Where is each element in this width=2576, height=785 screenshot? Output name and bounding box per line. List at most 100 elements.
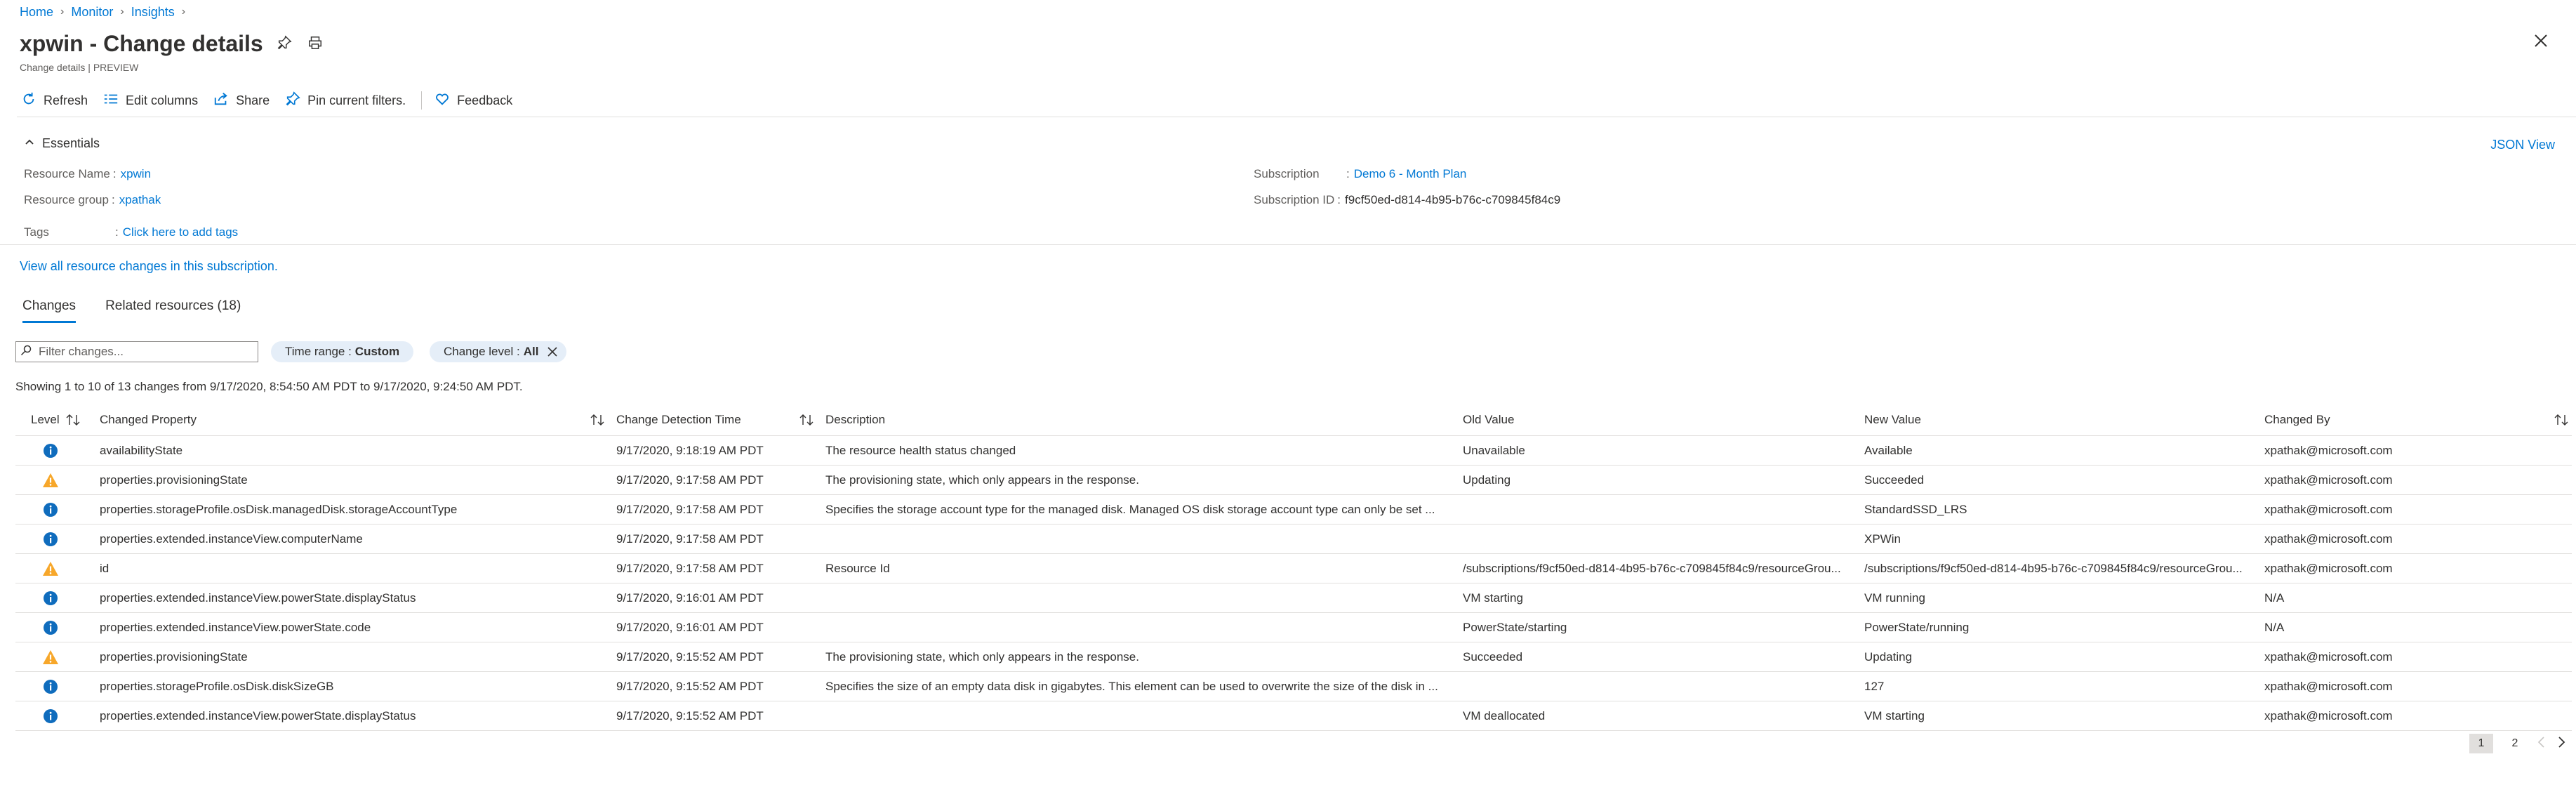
- new-cell: StandardSSD_LRS: [1864, 494, 2264, 525]
- pin-icon[interactable]: [277, 35, 292, 54]
- new-cell: Updating: [1864, 642, 2264, 672]
- level-cell: [15, 671, 100, 701]
- property-cell: properties.storageProfile.osDisk.managed…: [100, 494, 616, 525]
- table-row[interactable]: properties.provisioningState 9/17/2020, 9…: [15, 465, 2572, 495]
- description-cell: Specifies the storage account type for t…: [825, 494, 1463, 525]
- feedback-label: Feedback: [457, 93, 513, 107]
- chevron-left-icon[interactable]: [2537, 736, 2547, 752]
- column-header-level[interactable]: Level: [15, 404, 100, 436]
- filter-search: [15, 341, 258, 362]
- breadcrumb-monitor[interactable]: Monitor: [71, 5, 113, 20]
- level-cell: [15, 701, 100, 731]
- time-cell: 9/17/2020, 9:15:52 AM PDT: [616, 701, 825, 731]
- description-cell: The provisioning state, which only appea…: [825, 642, 1463, 672]
- pin-filters-button[interactable]: Pin current filters.: [285, 91, 406, 110]
- share-button[interactable]: Share: [213, 91, 270, 110]
- by-cell: xpathak@microsoft.com: [2264, 494, 2572, 525]
- sort-icon[interactable]: [590, 414, 605, 426]
- chevron-up-icon: [24, 136, 35, 151]
- property-cell: properties.extended.instanceView.powerSt…: [100, 612, 616, 642]
- refresh-button[interactable]: Refresh: [21, 91, 88, 110]
- time-cell: 9/17/2020, 9:16:01 AM PDT: [616, 612, 825, 642]
- change-level-filter[interactable]: Change level : All: [430, 341, 567, 362]
- json-view-link[interactable]: JSON View: [2490, 138, 2555, 152]
- description-cell: [825, 583, 1463, 613]
- column-header-new-value: New Value: [1864, 404, 2264, 436]
- sort-icon[interactable]: [2554, 414, 2569, 426]
- old-cell: [1463, 494, 1864, 525]
- edit-columns-label: Edit columns: [126, 93, 199, 107]
- info-icon: [15, 532, 86, 547]
- tab-changes[interactable]: Changes: [22, 298, 77, 323]
- new-cell: VM starting: [1864, 701, 2264, 731]
- column-header-description: Description: [825, 404, 1463, 436]
- heart-icon: [434, 91, 450, 110]
- toolbar: Refresh Edit columns Share Pin current f…: [21, 90, 528, 111]
- page-1-button[interactable]: 1: [2469, 734, 2493, 753]
- edit-columns-button[interactable]: Edit columns: [103, 91, 198, 110]
- table-row[interactable]: availabilityState 9/17/2020, 9:18:19 AM P…: [15, 435, 2572, 466]
- resource-group-link[interactable]: xpathak: [119, 193, 161, 207]
- chevron-right-icon: ›: [120, 6, 124, 18]
- old-cell: /subscriptions/f9cf50ed-d814-4b95-b76c-c…: [1463, 553, 1864, 583]
- tab-related-resources[interactable]: Related resources (18): [105, 298, 241, 323]
- essentials-toggle[interactable]: Essentials: [24, 136, 100, 151]
- info-icon: [15, 679, 86, 694]
- new-cell: XPWin: [1864, 524, 2264, 554]
- feedback-button[interactable]: Feedback: [434, 91, 512, 110]
- column-header-changed-by[interactable]: Changed By: [2264, 404, 2572, 436]
- info-icon: [15, 591, 86, 606]
- old-cell: [1463, 524, 1864, 554]
- chevron-right-icon: ›: [60, 6, 65, 18]
- by-cell: xpathak@microsoft.com: [2264, 553, 2572, 583]
- table-row[interactable]: properties.storageProfile.osDisk.managed…: [15, 494, 2572, 525]
- old-cell: VM deallocated: [1463, 701, 1864, 731]
- old-cell: Updating: [1463, 465, 1864, 495]
- add-tags-link[interactable]: Click here to add tags: [123, 225, 238, 239]
- pin-icon: [285, 91, 300, 110]
- old-cell: [1463, 671, 1864, 701]
- table-row[interactable]: properties.extended.instanceView.powerSt…: [15, 612, 2572, 642]
- table-row[interactable]: id 9/17/2020, 9:17:58 AM PDT Resource Id/s…: [15, 553, 2572, 583]
- new-cell: Available: [1864, 435, 2264, 466]
- table-row[interactable]: properties.extended.instanceView.compute…: [15, 524, 2572, 554]
- refresh-label: Refresh: [44, 93, 88, 107]
- table-row[interactable]: properties.storageProfile.osDisk.diskSiz…: [15, 671, 2572, 701]
- resource-name-link[interactable]: xpwin: [121, 167, 151, 181]
- property-cell: properties.storageProfile.osDisk.diskSiz…: [100, 671, 616, 701]
- pagination: 1 2: [2469, 734, 2566, 753]
- view-all-changes-link[interactable]: View all resource changes in this subscr…: [20, 259, 278, 274]
- changes-table: Level Changed Property Change Detection …: [15, 404, 2572, 731]
- time-range-filter[interactable]: Time range : Custom: [271, 341, 414, 362]
- filter-changes-input[interactable]: [37, 344, 251, 359]
- column-header-property[interactable]: Changed Property: [100, 404, 616, 436]
- info-icon: [15, 502, 86, 517]
- tab-bar: Changes Related resources (18): [22, 298, 241, 323]
- description-cell: Specifies the size of an empty data disk…: [825, 671, 1463, 701]
- page-subtitle: Change details | PREVIEW: [20, 62, 139, 73]
- table-row[interactable]: properties.provisioningState 9/17/2020, 9…: [15, 642, 2572, 672]
- chevron-right-icon[interactable]: [2556, 736, 2566, 752]
- table-row[interactable]: properties.extended.instanceView.powerSt…: [15, 701, 2572, 731]
- sort-icon[interactable]: [65, 414, 81, 426]
- breadcrumb-home[interactable]: Home: [20, 5, 53, 20]
- page-2-button[interactable]: 2: [2503, 734, 2527, 753]
- print-icon[interactable]: [307, 35, 323, 54]
- time-cell: 9/17/2020, 9:17:58 AM PDT: [616, 524, 825, 554]
- time-cell: 9/17/2020, 9:18:19 AM PDT: [616, 435, 825, 466]
- property-cell: id: [100, 553, 616, 583]
- breadcrumb-insights[interactable]: Insights: [131, 5, 175, 20]
- property-cell: properties.provisioningState: [100, 465, 616, 495]
- close-icon[interactable]: [2532, 32, 2549, 53]
- time-cell: 9/17/2020, 9:15:52 AM PDT: [616, 671, 825, 701]
- table-row[interactable]: properties.extended.instanceView.powerSt…: [15, 583, 2572, 613]
- time-range-label: Time range :: [285, 345, 352, 358]
- close-icon[interactable]: [547, 346, 558, 357]
- level-cell: [15, 642, 100, 672]
- change-level-label: Change level :: [444, 345, 520, 358]
- sort-icon[interactable]: [799, 414, 814, 426]
- essentials-subscription: Subscription : Demo 6 - Month Plan: [1254, 167, 1467, 181]
- column-header-time[interactable]: Change Detection Time: [616, 404, 825, 436]
- refresh-icon: [21, 91, 36, 110]
- subscription-link[interactable]: Demo 6 - Month Plan: [1354, 167, 1467, 181]
